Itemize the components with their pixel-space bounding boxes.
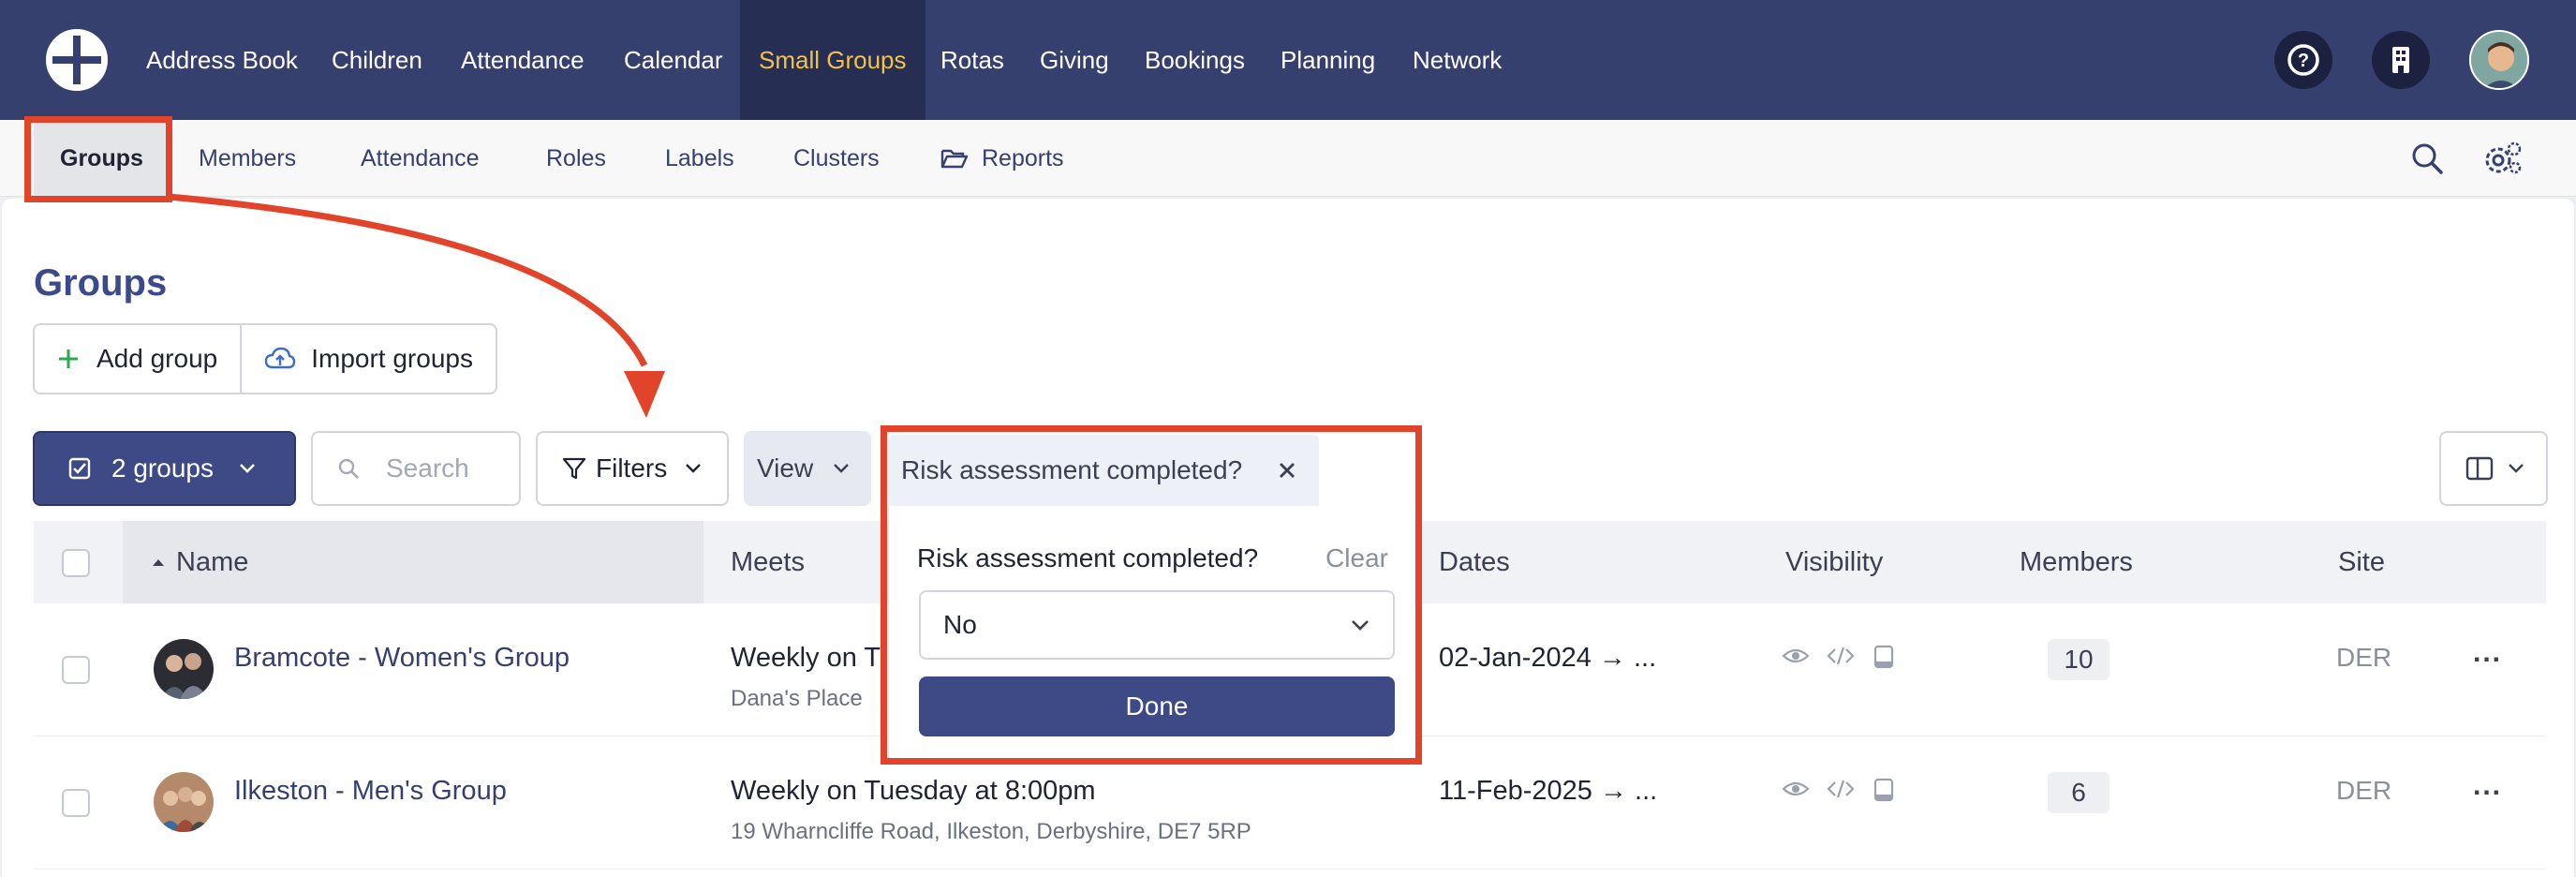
main-content: Groups Add group Import groups 2 groups — [2, 199, 2574, 877]
top-navigation: Address Book Children Attendance Calenda… — [0, 0, 2576, 120]
filter-field-label: Risk assessment completed? — [917, 543, 1259, 572]
columns-button[interactable] — [2439, 431, 2548, 506]
filter-chip-label: Risk assessment completed? — [901, 455, 1243, 484]
eye-icon — [1782, 648, 1810, 663]
group-dates: 02-Jan-2024 → ... — [1439, 643, 1657, 673]
dates-column-header[interactable]: Dates — [1439, 521, 1510, 603]
user-avatar[interactable] — [2469, 30, 2529, 90]
group-actions: Add group Import groups — [33, 323, 497, 394]
meets-schedule: Weekly on T — [731, 643, 881, 673]
subnav-item-labels[interactable]: Labels — [665, 120, 734, 197]
group-avatar — [154, 772, 214, 832]
search-input[interactable]: Search — [311, 431, 521, 506]
columns-icon — [2465, 456, 2494, 481]
group-name-link[interactable]: Ilkeston - Men's Group — [234, 776, 507, 807]
selected-groups-button[interactable]: 2 groups — [33, 431, 296, 506]
members-count-badge[interactable]: 10 — [2048, 639, 2110, 680]
site-code: DER — [2336, 776, 2392, 805]
nav-item-calendar[interactable]: Calendar — [624, 0, 723, 120]
help-icon[interactable]: ? — [2274, 31, 2332, 89]
active-filter-chip[interactable]: Risk assessment completed? — [888, 435, 1319, 506]
meets-location: 19 Wharncliffe Road, Ilkeston, Derbyshir… — [731, 819, 1251, 844]
filter-clear-button[interactable]: Clear — [1325, 543, 1388, 573]
filter-popover: Risk assessment completed? Clear No Done — [888, 506, 1414, 759]
svg-text:?: ? — [2298, 51, 2309, 71]
sub-navigation: Groups Members Attendance Roles Labels C… — [0, 120, 2576, 197]
nav-item-bookings[interactable]: Bookings — [1145, 0, 1245, 120]
plus-icon — [59, 349, 78, 368]
nav-item-address-book[interactable]: Address Book — [146, 0, 298, 120]
visibility-column-header[interactable]: Visibility — [1785, 521, 1883, 603]
row-checkbox[interactable] — [62, 656, 90, 684]
search-icon — [338, 458, 359, 479]
nav-item-planning[interactable]: Planning — [1281, 0, 1375, 120]
app-logo-icon[interactable] — [45, 28, 109, 92]
cloud-upload-icon — [265, 347, 296, 369]
row-checkbox[interactable] — [62, 789, 90, 817]
checkbox-checked-icon — [68, 457, 91, 480]
visibility-icons — [1782, 645, 1896, 669]
import-groups-button[interactable]: Import groups — [240, 325, 496, 393]
meets-column-header[interactable]: Meets — [731, 521, 805, 603]
select-all-checkbox[interactable] — [62, 549, 90, 577]
building-icon[interactable] — [2372, 31, 2430, 89]
meets-schedule: Weekly on Tuesday at 8:00pm — [731, 776, 1096, 806]
filters-button[interactable]: Filters — [536, 431, 729, 506]
subnav-item-roles[interactable]: Roles — [546, 120, 606, 197]
nav-item-rotas[interactable]: Rotas — [940, 0, 1004, 120]
subnav-item-reports-label: Reports — [982, 145, 1064, 171]
import-groups-label: Import groups — [311, 344, 473, 373]
visibility-icons — [1782, 778, 1896, 802]
nav-item-small-groups[interactable]: Small Groups — [740, 0, 925, 120]
subnav-item-members[interactable]: Members — [199, 120, 296, 197]
close-icon[interactable] — [1278, 461, 1296, 480]
row-actions-menu[interactable]: ... — [2473, 637, 2502, 669]
eye-icon — [1782, 781, 1810, 796]
site-column-header[interactable]: Site — [2338, 521, 2385, 603]
search-icon[interactable] — [2409, 141, 2445, 176]
search-placeholder: Search — [386, 453, 469, 483]
filter-value-select[interactable]: No — [919, 590, 1395, 660]
name-header-label: Name — [176, 547, 249, 577]
subnav-item-groups[interactable]: Groups — [34, 120, 170, 197]
subnav-item-attendance[interactable]: Attendance — [361, 120, 480, 197]
view-label: View — [757, 453, 814, 483]
sort-asc-icon — [153, 559, 164, 566]
nav-item-children[interactable]: Children — [332, 0, 422, 120]
members-count-badge[interactable]: 6 — [2048, 772, 2110, 813]
nav-item-giving[interactable]: Giving — [1040, 0, 1109, 120]
members-column-header[interactable]: Members — [2020, 521, 2133, 603]
subnav-item-clusters[interactable]: Clusters — [793, 120, 880, 197]
site-code: DER — [2336, 643, 2392, 672]
group-avatar — [154, 639, 214, 699]
group-dates: 11-Feb-2025 → ... — [1439, 776, 1658, 806]
name-column-header[interactable]: Name — [152, 521, 248, 603]
chevron-down-icon — [686, 464, 702, 473]
add-group-button[interactable]: Add group — [35, 325, 240, 393]
filter-selected-value: No — [943, 610, 977, 639]
tablet-icon — [1873, 645, 1894, 669]
folder-open-icon — [940, 149, 969, 169]
code-icon — [1827, 780, 1855, 798]
nav-item-attendance[interactable]: Attendance — [461, 0, 585, 120]
chevron-down-icon — [240, 464, 255, 473]
add-group-label: Add group — [96, 344, 218, 373]
chevron-down-icon — [1352, 620, 1369, 631]
row-actions-menu[interactable]: ... — [2473, 770, 2502, 802]
nav-item-network[interactable]: Network — [1413, 0, 1502, 120]
tablet-icon — [1873, 778, 1894, 802]
chevron-down-icon — [834, 464, 850, 473]
page-title: Groups — [34, 262, 168, 304]
groups-count-label: 2 groups — [111, 453, 214, 483]
done-button[interactable]: Done — [919, 676, 1395, 736]
filters-label: Filters — [596, 453, 668, 483]
subnav-item-reports[interactable]: Reports — [940, 120, 1064, 197]
view-button[interactable]: View — [744, 431, 871, 506]
settings-icon[interactable] — [2482, 139, 2524, 178]
code-icon — [1827, 647, 1855, 665]
group-name-link[interactable]: Bramcote - Women's Group — [234, 643, 570, 674]
chevron-down-icon — [2509, 464, 2524, 473]
meets-location: Dana's Place — [731, 686, 863, 711]
filter-icon — [562, 457, 586, 480]
